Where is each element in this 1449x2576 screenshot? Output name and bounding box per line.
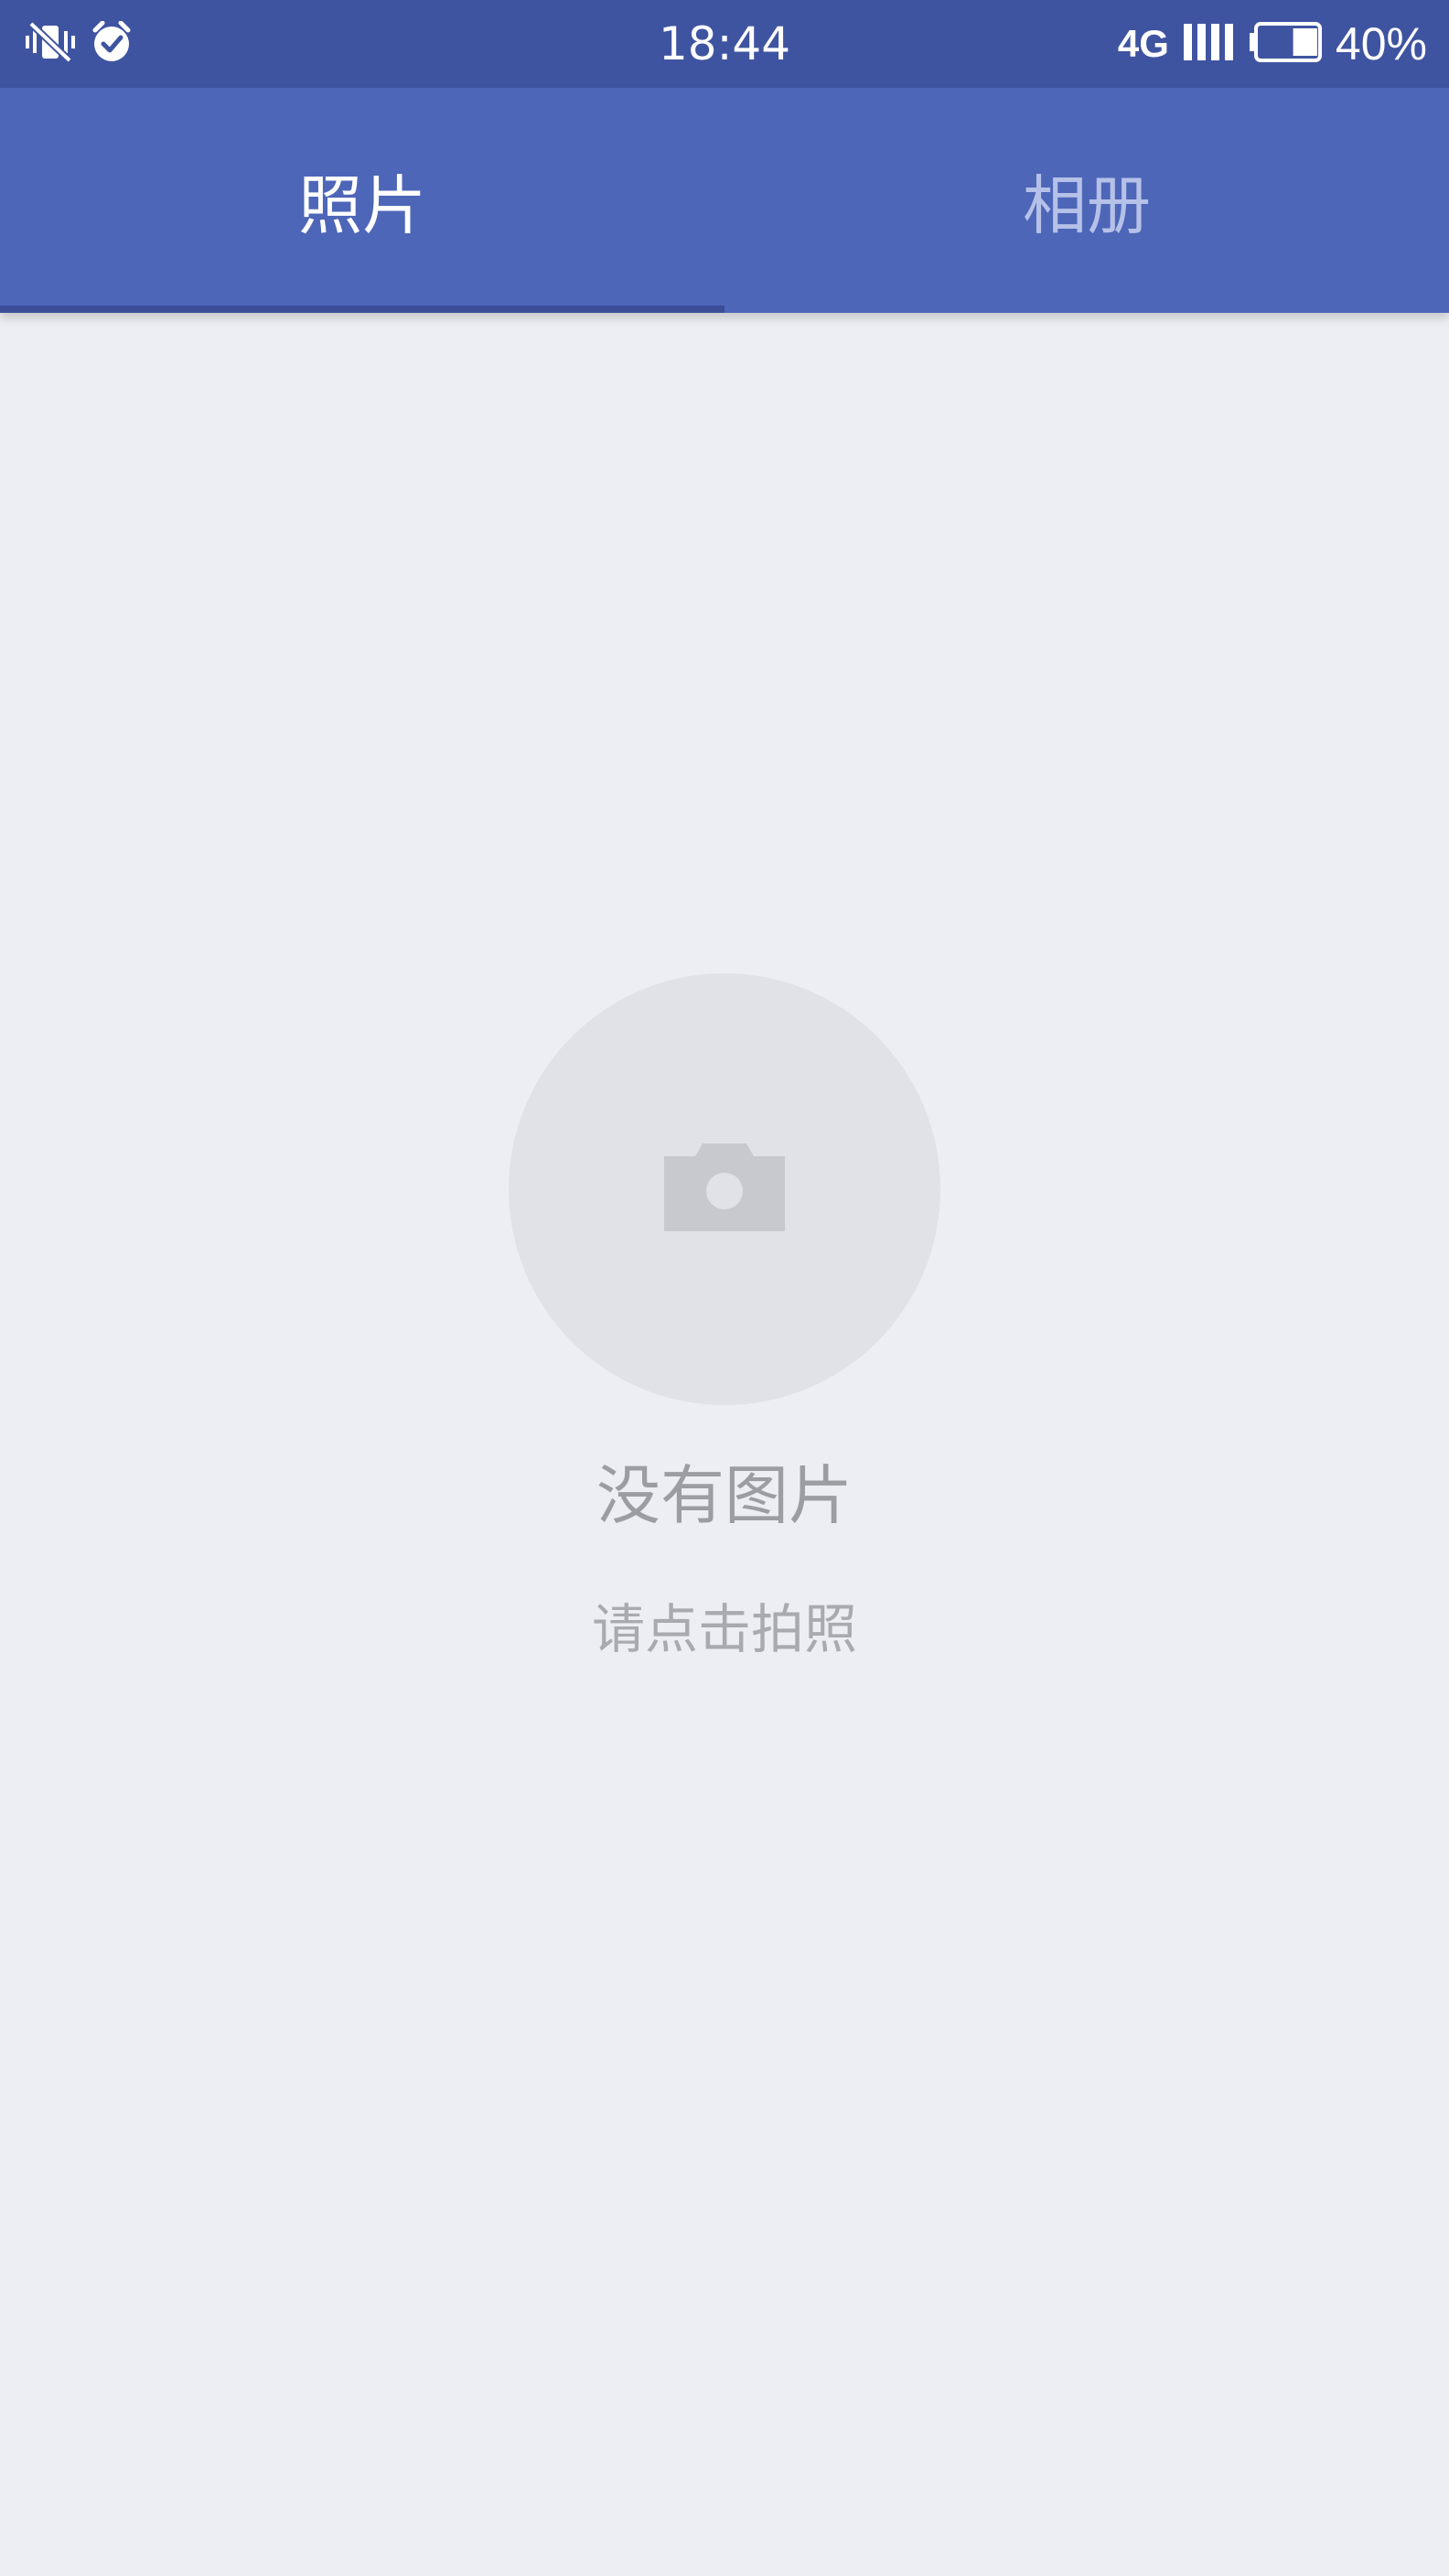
status-icons-right: 4G 40%: [1118, 0, 1427, 88]
battery-icon: [1248, 21, 1323, 67]
empty-state-hint: 请点击拍照: [591, 1598, 857, 1660]
network-type: 4G: [1117, 22, 1169, 65]
empty-state-circle[interactable]: [509, 973, 940, 1405]
battery-percent: 40%: [1335, 18, 1427, 70]
tab-albums[interactable]: 相册: [724, 88, 1449, 313]
tab-indicator: [0, 306, 724, 313]
tab-bar: 照片 相册: [0, 88, 1449, 313]
empty-state: 没有图片 请点击拍照: [0, 973, 1449, 1656]
status-bar: 18:44 4G 40%: [0, 0, 1449, 88]
signal-icon: [1182, 22, 1235, 66]
tab-photos[interactable]: 照片: [0, 88, 724, 313]
camera-icon: [660, 1136, 789, 1239]
empty-state-title: 没有图片: [596, 1458, 853, 1533]
